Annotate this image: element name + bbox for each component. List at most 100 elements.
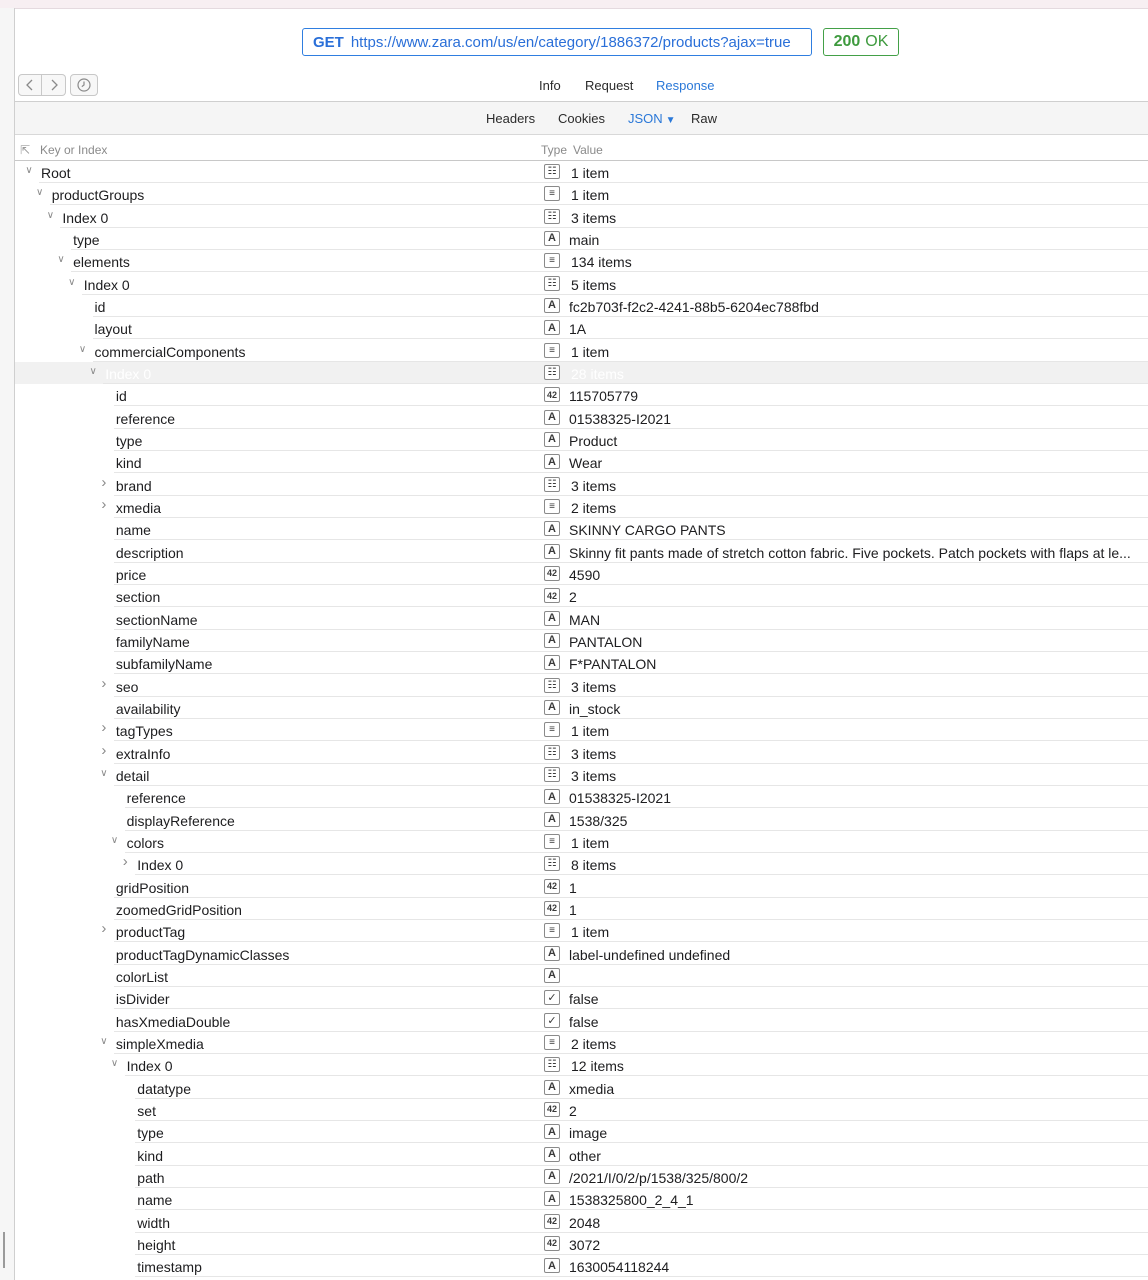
json-tree-row[interactable]: ∨ Index 0 ☷ 3 items <box>15 206 1148 228</box>
json-column-header: ⇱ Key or Index Type Value <box>15 140 1148 161</box>
disclosure-closed-icon[interactable]: › <box>98 675 110 692</box>
inspector-tabs: Info Request Response <box>0 78 1148 96</box>
json-tree-row[interactable]: ∨ colors ≡ 1 item <box>15 831 1148 853</box>
json-tree-row[interactable]: name A 1538325800_2_4_1 <box>15 1188 1148 1211</box>
json-tree-row[interactable]: ∨ elements ≡ 134 items <box>15 250 1148 273</box>
json-tree-row[interactable]: kind Aother <box>15 1144 1148 1166</box>
json-tree-row[interactable]: ∨ Index 0 ☷ 28 items <box>15 361 1148 384</box>
json-tree-row[interactable]: width 42 2048 <box>15 1211 1148 1233</box>
tab-response[interactable]: Response <box>656 78 715 93</box>
tab-request[interactable]: Request <box>585 78 633 93</box>
json-tree-row[interactable]: datatype Axmedia <box>15 1077 1148 1099</box>
json-tree-row[interactable]: familyName A PANTALON <box>15 630 1148 652</box>
json-tree-row[interactable]: set 42 2 <box>15 1099 1148 1121</box>
json-tree-row[interactable]: hasXmediaDouble ✓ false <box>15 1010 1148 1032</box>
disclosure-open-icon[interactable]: ∨ <box>98 768 110 779</box>
json-tree-row[interactable]: › productTag ≡ 1 item <box>15 920 1148 943</box>
disclosure-closed-icon[interactable]: › <box>98 474 110 491</box>
json-tree-row[interactable]: zoomedGridPosition 42 1 <box>15 898 1148 920</box>
disclosure-open-icon[interactable]: ∨ <box>23 165 35 176</box>
number-type-icon: 42 <box>544 565 560 581</box>
json-tree-row[interactable]: › brand ☷ 3 items <box>15 474 1148 496</box>
row-value: 2 items <box>571 1035 617 1052</box>
disclosure-closed-icon[interactable]: › <box>98 719 110 736</box>
request-url-bar[interactable]: GET https://www.zara.com/us/en/category/… <box>302 28 812 56</box>
row-value: 3 items <box>571 745 617 762</box>
json-tree-row[interactable]: availability Ain_stock <box>15 697 1148 719</box>
column-key[interactable]: Key or Index <box>40 143 107 157</box>
json-tree-row[interactable]: isDivider ✓ false <box>15 987 1148 1010</box>
disclosure-closed-icon[interactable]: › <box>98 496 110 513</box>
json-tree-row[interactable]: price 42 4590 <box>15 563 1148 585</box>
json-tree-row[interactable]: type Aimage <box>15 1121 1148 1144</box>
json-tree-row[interactable]: › Index 0 ☷ 8 items <box>15 853 1148 876</box>
json-tree-row[interactable]: type Amain <box>15 228 1148 250</box>
json-tree-row[interactable]: id 42 115705779 <box>15 384 1148 407</box>
json-tree-row[interactable]: height 42 3072 <box>15 1233 1148 1255</box>
json-tree-row[interactable]: › extraInfo ☷ 3 items <box>15 742 1148 764</box>
disclosure-open-icon[interactable]: ∨ <box>77 344 89 355</box>
json-tree-row[interactable]: section 42 2 <box>15 585 1148 608</box>
row-key: layout <box>94 321 132 338</box>
number-type-icon: 42 <box>544 900 560 916</box>
json-tree-row[interactable]: ∨ simpleXmedia ≡ 2 items <box>15 1032 1148 1054</box>
string-type-icon: A <box>544 1258 560 1274</box>
row-value: 5 items <box>571 276 617 293</box>
response-format-bar: Headers Cookies JSON ▼ Raw <box>15 102 1148 135</box>
json-tree-row[interactable]: reference A 01538325-I2021 <box>15 786 1148 809</box>
json-tree-row[interactable]: subfamilyName A F*PANTALON <box>15 652 1148 675</box>
row-value: false <box>569 991 599 1008</box>
json-tree-row[interactable]: productTagDynamicClasses Alabel-undefined… <box>15 943 1148 965</box>
subtab-raw[interactable]: Raw <box>691 111 717 126</box>
column-value[interactable]: Value <box>573 143 603 157</box>
string-type-icon: A <box>544 1124 560 1140</box>
string-type-icon: A <box>544 230 560 246</box>
string-type-icon: A <box>544 1168 560 1184</box>
json-tree-row[interactable]: reference A 01538325-I2021 <box>15 407 1148 429</box>
disclosure-open-icon[interactable]: ∨ <box>98 1036 110 1047</box>
json-tree-row[interactable]: ∨ commercialComponents ≡ 1 item <box>15 340 1148 362</box>
json-tree-row[interactable]: id Afc2b703f-f2c2-4241-88b5-6204ec788fbd <box>15 295 1148 317</box>
disclosure-open-icon[interactable]: ∨ <box>109 835 121 846</box>
disclosure-open-icon[interactable]: ∨ <box>44 210 56 221</box>
disclosure-closed-icon[interactable]: › <box>98 742 110 759</box>
row-key: zoomedGridPosition <box>115 901 242 918</box>
json-tree-row[interactable]: › seo ☷ 3 items <box>15 675 1148 697</box>
json-tree-row[interactable]: gridPosition 42 1 <box>15 876 1148 898</box>
json-tree-row[interactable]: ∨ Root ☷ 1 item <box>15 161 1148 183</box>
subtab-json[interactable]: JSON ▼ <box>628 111 676 126</box>
json-tree-row[interactable]: ∨ detail ☷ 3 items <box>15 764 1148 786</box>
column-type[interactable]: Type <box>541 143 567 157</box>
json-tree-row[interactable]: type A Product <box>15 429 1148 451</box>
json-tree-row[interactable]: ∨ Index 0 ☷ 12 items <box>15 1054 1148 1077</box>
array-type-icon: ≡ <box>544 923 560 939</box>
json-tree-row[interactable]: displayReference A 1538/325 <box>15 809 1148 831</box>
json-tree-row[interactable]: ∨ productGroups ≡ 1 item <box>15 183 1148 206</box>
json-tree-row[interactable]: › xmedia ≡ 2 items <box>15 496 1148 518</box>
subtab-cookies[interactable]: Cookies <box>558 111 605 126</box>
json-tree-row[interactable]: › tagTypes ≡ 1 item <box>15 719 1148 742</box>
json-tree-row[interactable]: path A/2021/I/0/2/p/1538/325/800/2 <box>15 1166 1148 1188</box>
disclosure-open-icon[interactable]: ∨ <box>55 254 67 265</box>
disclosure-open-icon[interactable]: ∨ <box>34 187 46 198</box>
disclosure-closed-icon[interactable]: › <box>98 920 110 937</box>
request-url: https://www.zara.com/us/en/category/1886… <box>350 33 791 51</box>
disclosure-open-icon[interactable]: ∨ <box>109 1058 121 1069</box>
json-tree-row[interactable]: description A Skinny fit pants made of str… <box>15 541 1148 563</box>
scrollbar-thumb[interactable] <box>2 1230 10 1270</box>
row-value: 1 <box>569 879 577 896</box>
json-tree-row[interactable]: layout A 1A <box>15 317 1148 340</box>
tab-info[interactable]: Info <box>539 78 561 93</box>
disclosure-open-icon[interactable]: ∨ <box>87 366 99 377</box>
json-tree-row[interactable]: colorList A <box>15 965 1148 987</box>
json-tree-row[interactable]: kind A Wear <box>15 451 1148 474</box>
row-key: productTagDynamicClasses <box>115 946 290 963</box>
json-tree-row[interactable]: sectionName A MAN <box>15 608 1148 630</box>
subtab-headers[interactable]: Headers <box>486 111 535 126</box>
json-tree-row[interactable]: ∨ Index 0 ☷ 5 items <box>15 273 1148 295</box>
json-tree-row[interactable]: timestamp A 1630054118244 <box>15 1255 1148 1278</box>
disclosure-open-icon[interactable]: ∨ <box>66 277 78 288</box>
collapse-all-icon[interactable]: ⇱ <box>20 143 30 157</box>
disclosure-closed-icon[interactable]: › <box>119 853 131 870</box>
json-tree-row[interactable]: name A SKINNY CARGO PANTS <box>15 518 1148 541</box>
